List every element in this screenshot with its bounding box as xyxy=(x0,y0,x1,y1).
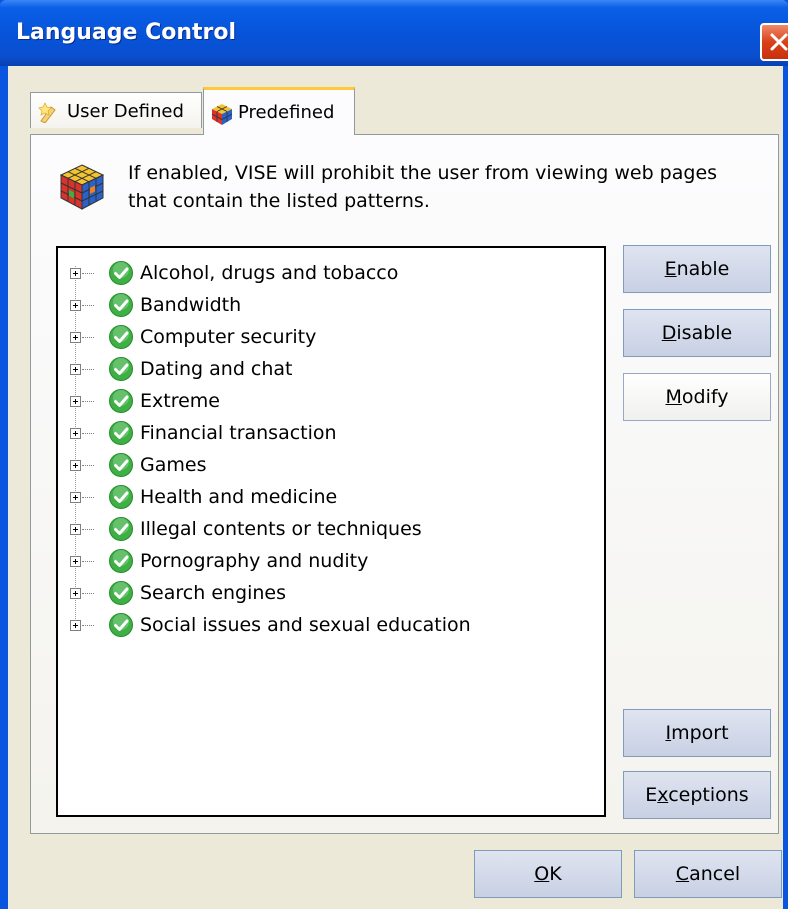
tree-item-label: Health and medicine xyxy=(140,486,338,508)
tree-item[interactable]: Games xyxy=(58,452,598,482)
expand-plus-icon[interactable] xyxy=(70,364,81,375)
tree-connector xyxy=(82,433,94,434)
expand-plus-icon[interactable] xyxy=(70,620,81,631)
info-text: If enabled, VISE will prohibit the user … xyxy=(128,162,718,212)
tree-connector xyxy=(82,273,94,274)
import-button[interactable]: Import xyxy=(623,709,771,757)
tree-connector xyxy=(82,561,94,562)
close-icon xyxy=(770,33,788,51)
expand-plus-icon[interactable] xyxy=(70,300,81,311)
tree-item-label: Games xyxy=(140,454,207,476)
tree-connector xyxy=(82,625,94,626)
green-check-icon xyxy=(108,516,134,547)
tree-item[interactable]: Illegal contents or techniques xyxy=(58,516,598,546)
tree-item-label: Financial transaction xyxy=(140,422,337,444)
expand-plus-icon[interactable] xyxy=(70,332,81,343)
green-check-icon xyxy=(108,324,134,355)
expand-plus-icon[interactable] xyxy=(70,396,81,407)
green-check-icon xyxy=(108,452,134,483)
category-tree[interactable]: Alcohol, drugs and tobacco Bandwidth Compu… xyxy=(56,246,606,817)
expand-plus-icon[interactable] xyxy=(70,428,81,439)
tab-user-defined-label: User Defined xyxy=(67,101,184,122)
tab-user-defined[interactable]: User Defined xyxy=(30,92,202,128)
green-check-icon xyxy=(108,356,134,387)
expand-plus-icon[interactable] xyxy=(70,268,81,279)
tree-item-label: Social issues and sexual education xyxy=(140,614,471,636)
tree-item[interactable]: Extreme xyxy=(58,388,598,418)
tab-predefined-label: Predefined xyxy=(238,102,335,123)
tree-item-label: Dating and chat xyxy=(140,358,293,380)
tree-item[interactable]: Financial transaction xyxy=(58,420,598,450)
expand-plus-icon[interactable] xyxy=(70,524,81,535)
tree-connector xyxy=(82,593,94,594)
tree-item[interactable]: Bandwidth xyxy=(58,292,598,322)
green-check-icon xyxy=(108,292,134,323)
window-title: Language Control xyxy=(16,20,237,45)
green-check-icon xyxy=(108,260,134,291)
expand-plus-icon[interactable] xyxy=(70,492,81,503)
tree-connector xyxy=(82,369,94,370)
tree-connector xyxy=(82,337,94,338)
expand-plus-icon[interactable] xyxy=(70,556,81,567)
tree-item[interactable]: Search engines xyxy=(58,580,598,610)
cancel-button[interactable]: Cancel xyxy=(634,850,782,898)
cube-icon xyxy=(59,163,105,216)
tree-item-label: Pornography and nudity xyxy=(140,550,369,572)
predefined-tab-panel: If enabled, VISE will prohibit the user … xyxy=(30,134,779,834)
tree-item-label: Alcohol, drugs and tobacco xyxy=(140,262,399,284)
green-check-icon xyxy=(108,612,134,643)
tree-item[interactable]: Alcohol, drugs and tobacco xyxy=(58,260,598,290)
green-check-icon xyxy=(108,388,134,419)
tree-item-label: Computer security xyxy=(140,326,317,348)
title-bar[interactable]: Language Control xyxy=(0,0,788,66)
tree-item[interactable]: Pornography and nudity xyxy=(58,548,598,578)
expand-plus-icon[interactable] xyxy=(70,588,81,599)
ok-button[interactable]: OK xyxy=(474,850,622,898)
enable-button[interactable]: Enable xyxy=(623,245,771,293)
tree-item[interactable]: Computer security xyxy=(58,324,598,354)
tree-item[interactable]: Dating and chat xyxy=(58,356,598,386)
close-button[interactable] xyxy=(760,23,788,61)
tree-item-label: Illegal contents or techniques xyxy=(140,518,422,540)
tree-connector xyxy=(82,305,94,306)
pencil-star-icon xyxy=(37,101,61,128)
tab-predefined[interactable]: Predefined xyxy=(203,87,355,135)
tree-item-label: Search engines xyxy=(140,582,287,604)
green-check-icon xyxy=(108,580,134,611)
tree-connector xyxy=(82,529,94,530)
tree-connector xyxy=(82,465,94,466)
tree-item[interactable]: Social issues and sexual education xyxy=(58,612,598,642)
expand-plus-icon[interactable] xyxy=(70,460,81,471)
modify-button[interactable]: Modify xyxy=(623,373,771,421)
green-check-icon xyxy=(108,484,134,515)
green-check-icon xyxy=(108,548,134,579)
disable-button[interactable]: Disable xyxy=(623,309,771,357)
tree-connector xyxy=(82,401,94,402)
exceptions-button[interactable]: Exceptions xyxy=(623,771,771,819)
tree-item[interactable]: Health and medicine xyxy=(58,484,598,514)
green-check-icon xyxy=(108,420,134,451)
cube-icon xyxy=(210,102,234,131)
tree-item-label: Bandwidth xyxy=(140,294,242,316)
tree-item-label: Extreme xyxy=(140,390,220,412)
tree-connector xyxy=(82,497,94,498)
